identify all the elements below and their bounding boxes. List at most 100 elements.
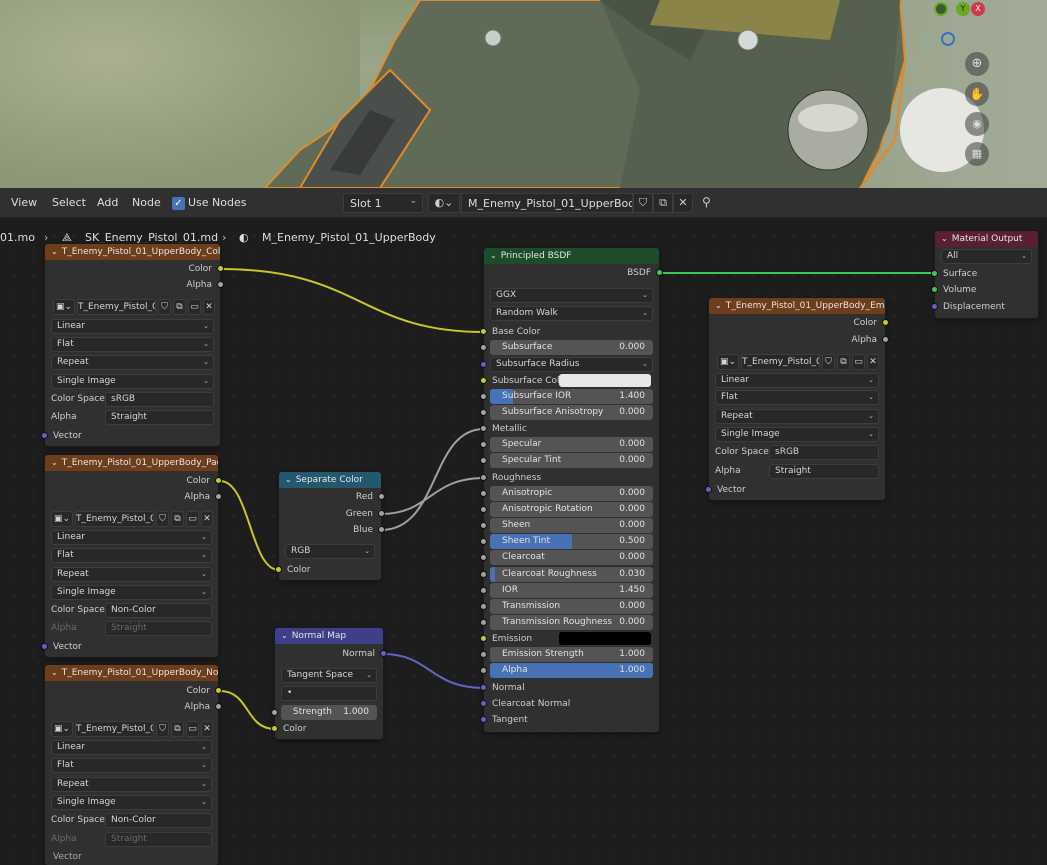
- extension-dropdown[interactable]: Repeat ⌄: [51, 567, 212, 582]
- ior-slider[interactable]: IOR 1.450: [490, 583, 653, 598]
- close-icon[interactable]: ✕: [201, 721, 213, 737]
- alpha-mode-row[interactable]: Alpha Straight: [51, 410, 214, 425]
- breadcrumb-mesh[interactable]: SK_Enemy_Pistol_01.md: [85, 231, 218, 244]
- slot-dropdown[interactable]: Slot 1 ⌄: [343, 193, 423, 213]
- collapse-chevron-icon[interactable]: ⌄: [51, 458, 58, 467]
- duplicate-icon[interactable]: ⧉: [837, 354, 850, 370]
- anisotropic-slider[interactable]: Anisotropic 0.000: [490, 486, 653, 501]
- input-socket-subsurface-color[interactable]: [480, 377, 487, 384]
- interpolation-dropdown[interactable]: Linear ⌄: [51, 319, 214, 334]
- alpha-slider[interactable]: Alpha 1.000: [490, 663, 653, 678]
- input-socket-specular-tint[interactable]: [480, 457, 487, 464]
- alpha-mode-dropdown[interactable]: Straight: [769, 464, 879, 479]
- breadcrumb-object[interactable]: 01.mo: [0, 231, 35, 244]
- subsurface-color-row[interactable]: Subsurface Colo: [484, 373, 659, 389]
- specular-slider[interactable]: Specular 0.000: [490, 437, 653, 452]
- use-nodes-checkbox[interactable]: ✓: [172, 197, 185, 210]
- transmission-roughness-slider[interactable]: Transmission Roughness 0.000: [490, 615, 653, 630]
- node-header[interactable]: ⌄T_Enemy_Pistol_01_UpperBody_Color.png: [45, 244, 220, 260]
- image-browse-icon[interactable]: ▣⌄: [51, 511, 73, 527]
- breadcrumb-material[interactable]: M_Enemy_Pistol_01_UpperBody: [262, 231, 436, 244]
- input-socket-transmission-roughness[interactable]: [480, 619, 487, 626]
- separate-color-node[interactable]: ⌄ Separate Color Red Green Blue RGB ⌄ Colo…: [275, 472, 385, 580]
- camera-icon[interactable]: ◉: [965, 112, 989, 136]
- image-name-field[interactable]: T_Enemy_Pistol_0...: [75, 721, 154, 737]
- input-socket-anisotropic[interactable]: [480, 490, 487, 497]
- fake-user-shield-icon[interactable]: ⛉: [156, 721, 169, 737]
- output-socket-color[interactable]: [215, 477, 222, 484]
- zoom-icon[interactable]: ⊕: [965, 52, 989, 76]
- image-selector[interactable]: ▣⌄ T_Enemy_Pistol_0... ⛉ ⧉ ▭ ✕: [51, 511, 213, 527]
- folder-icon[interactable]: ▭: [186, 721, 199, 737]
- output-socket-bsdf[interactable]: [656, 269, 663, 276]
- image-texture-node-color[interactable]: ⌄T_Enemy_Pistol_01_UpperBody_Color.png C…: [41, 244, 224, 446]
- close-icon[interactable]: ✕: [867, 354, 879, 370]
- emission-strength-slider[interactable]: Emission Strength 1.000: [490, 647, 653, 662]
- input-socket-vector[interactable]: [41, 432, 48, 439]
- input-socket-subsurface-radius[interactable]: [480, 361, 487, 368]
- input-socket-anisotropic-rotation[interactable]: [480, 506, 487, 513]
- duplicate-icon[interactable]: ⧉: [171, 721, 184, 737]
- color-space-row[interactable]: Color Space sRGB: [715, 445, 879, 460]
- extension-dropdown[interactable]: Repeat ⌄: [715, 409, 879, 424]
- hand-pan-icon[interactable]: ✋: [965, 82, 989, 106]
- source-dropdown[interactable]: Single Image ⌄: [51, 585, 212, 600]
- color-mode-dropdown[interactable]: RGB ⌄: [285, 544, 375, 559]
- input-socket-subsurface[interactable]: [480, 344, 487, 351]
- clearcoat-roughness-slider[interactable]: Clearcoat Roughness 0.030: [490, 567, 653, 582]
- duplicate-material-icon[interactable]: ⧉: [653, 193, 673, 213]
- input-socket-tangent[interactable]: [480, 716, 487, 723]
- input-socket-specular[interactable]: [480, 441, 487, 448]
- normal-map-node[interactable]: ⌄ Normal Map Normal Tangent Space ⌄ • Stre…: [271, 628, 387, 739]
- image-name-field[interactable]: T_Enemy_Pistol_0...: [77, 299, 156, 315]
- render-target-dropdown[interactable]: All ⌄: [941, 249, 1032, 264]
- duplicate-icon[interactable]: ⧉: [171, 511, 184, 527]
- input-socket-emission[interactable]: [480, 635, 487, 642]
- output-socket-color[interactable]: [882, 319, 889, 326]
- input-socket-roughness[interactable]: [480, 474, 487, 481]
- menu-select[interactable]: Select: [52, 196, 86, 209]
- image-browse-icon[interactable]: ▣⌄: [717, 354, 739, 370]
- collapse-chevron-icon[interactable]: ⌄: [490, 251, 497, 260]
- node-header[interactable]: ⌄ Material Output: [935, 231, 1038, 247]
- input-socket-base-color[interactable]: [480, 328, 487, 335]
- input-socket-normal[interactable]: [480, 684, 487, 691]
- fake-user-shield-icon[interactable]: ⛉: [156, 511, 169, 527]
- emission-row[interactable]: Emission: [484, 631, 659, 647]
- source-dropdown[interactable]: Single Image ⌄: [51, 795, 212, 810]
- collapse-chevron-icon[interactable]: ⌄: [281, 631, 288, 640]
- interpolation-dropdown[interactable]: Linear ⌄: [51, 530, 212, 545]
- projection-dropdown[interactable]: Flat ⌄: [715, 390, 879, 405]
- navigation-gizmo[interactable]: Y X: [908, 0, 988, 52]
- subsurface-anisotropy-slider[interactable]: Subsurface Anisotropy 0.000: [490, 405, 653, 420]
- folder-icon[interactable]: ▭: [188, 299, 201, 315]
- alpha-mode-row[interactable]: Alpha Straight: [715, 464, 879, 479]
- input-socket-subsurface-anisotropy[interactable]: [480, 409, 487, 416]
- gizmo-axis-z[interactable]: Y: [956, 2, 970, 16]
- material-browse-button[interactable]: ◐⌄: [428, 193, 460, 213]
- output-socket-alpha[interactable]: [215, 493, 222, 500]
- collapse-chevron-icon[interactable]: ⌄: [285, 475, 292, 484]
- collapse-chevron-icon[interactable]: ⌄: [51, 247, 58, 256]
- image-texture-node-emissive[interactable]: ⌄T_Enemy_Pistol_01_UpperBody_Emissive...…: [705, 298, 889, 500]
- menu-view[interactable]: View: [11, 196, 37, 209]
- close-icon[interactable]: ✕: [201, 511, 213, 527]
- output-socket-alpha[interactable]: [882, 336, 889, 343]
- input-socket-metallic[interactable]: [480, 425, 487, 432]
- output-socket-red[interactable]: [378, 493, 385, 500]
- unlink-material-icon[interactable]: ✕: [673, 193, 693, 213]
- interpolation-dropdown[interactable]: Linear ⌄: [51, 740, 212, 755]
- projection-dropdown[interactable]: Flat ⌄: [51, 758, 212, 773]
- image-selector[interactable]: ▣⌄ T_Enemy_Pistol_0... ⛉ ⧉ ▭ ✕: [51, 721, 213, 737]
- 3d-viewport[interactable]: Y X ⊕ ✋ ◉ ▦: [0, 0, 1047, 188]
- color-space-dropdown[interactable]: sRGB: [105, 392, 214, 407]
- collapse-chevron-icon[interactable]: ⌄: [715, 301, 722, 310]
- fake-user-shield-icon[interactable]: ⛉: [633, 193, 653, 213]
- projection-dropdown[interactable]: Flat ⌄: [51, 548, 212, 563]
- input-socket-strength[interactable]: [271, 709, 278, 716]
- duplicate-icon[interactable]: ⧉: [173, 299, 186, 315]
- alpha-mode-dropdown[interactable]: Straight: [105, 410, 214, 425]
- uv-map-field[interactable]: •: [281, 686, 377, 701]
- color-space-dropdown[interactable]: sRGB: [769, 445, 879, 460]
- input-socket-ior[interactable]: [480, 587, 487, 594]
